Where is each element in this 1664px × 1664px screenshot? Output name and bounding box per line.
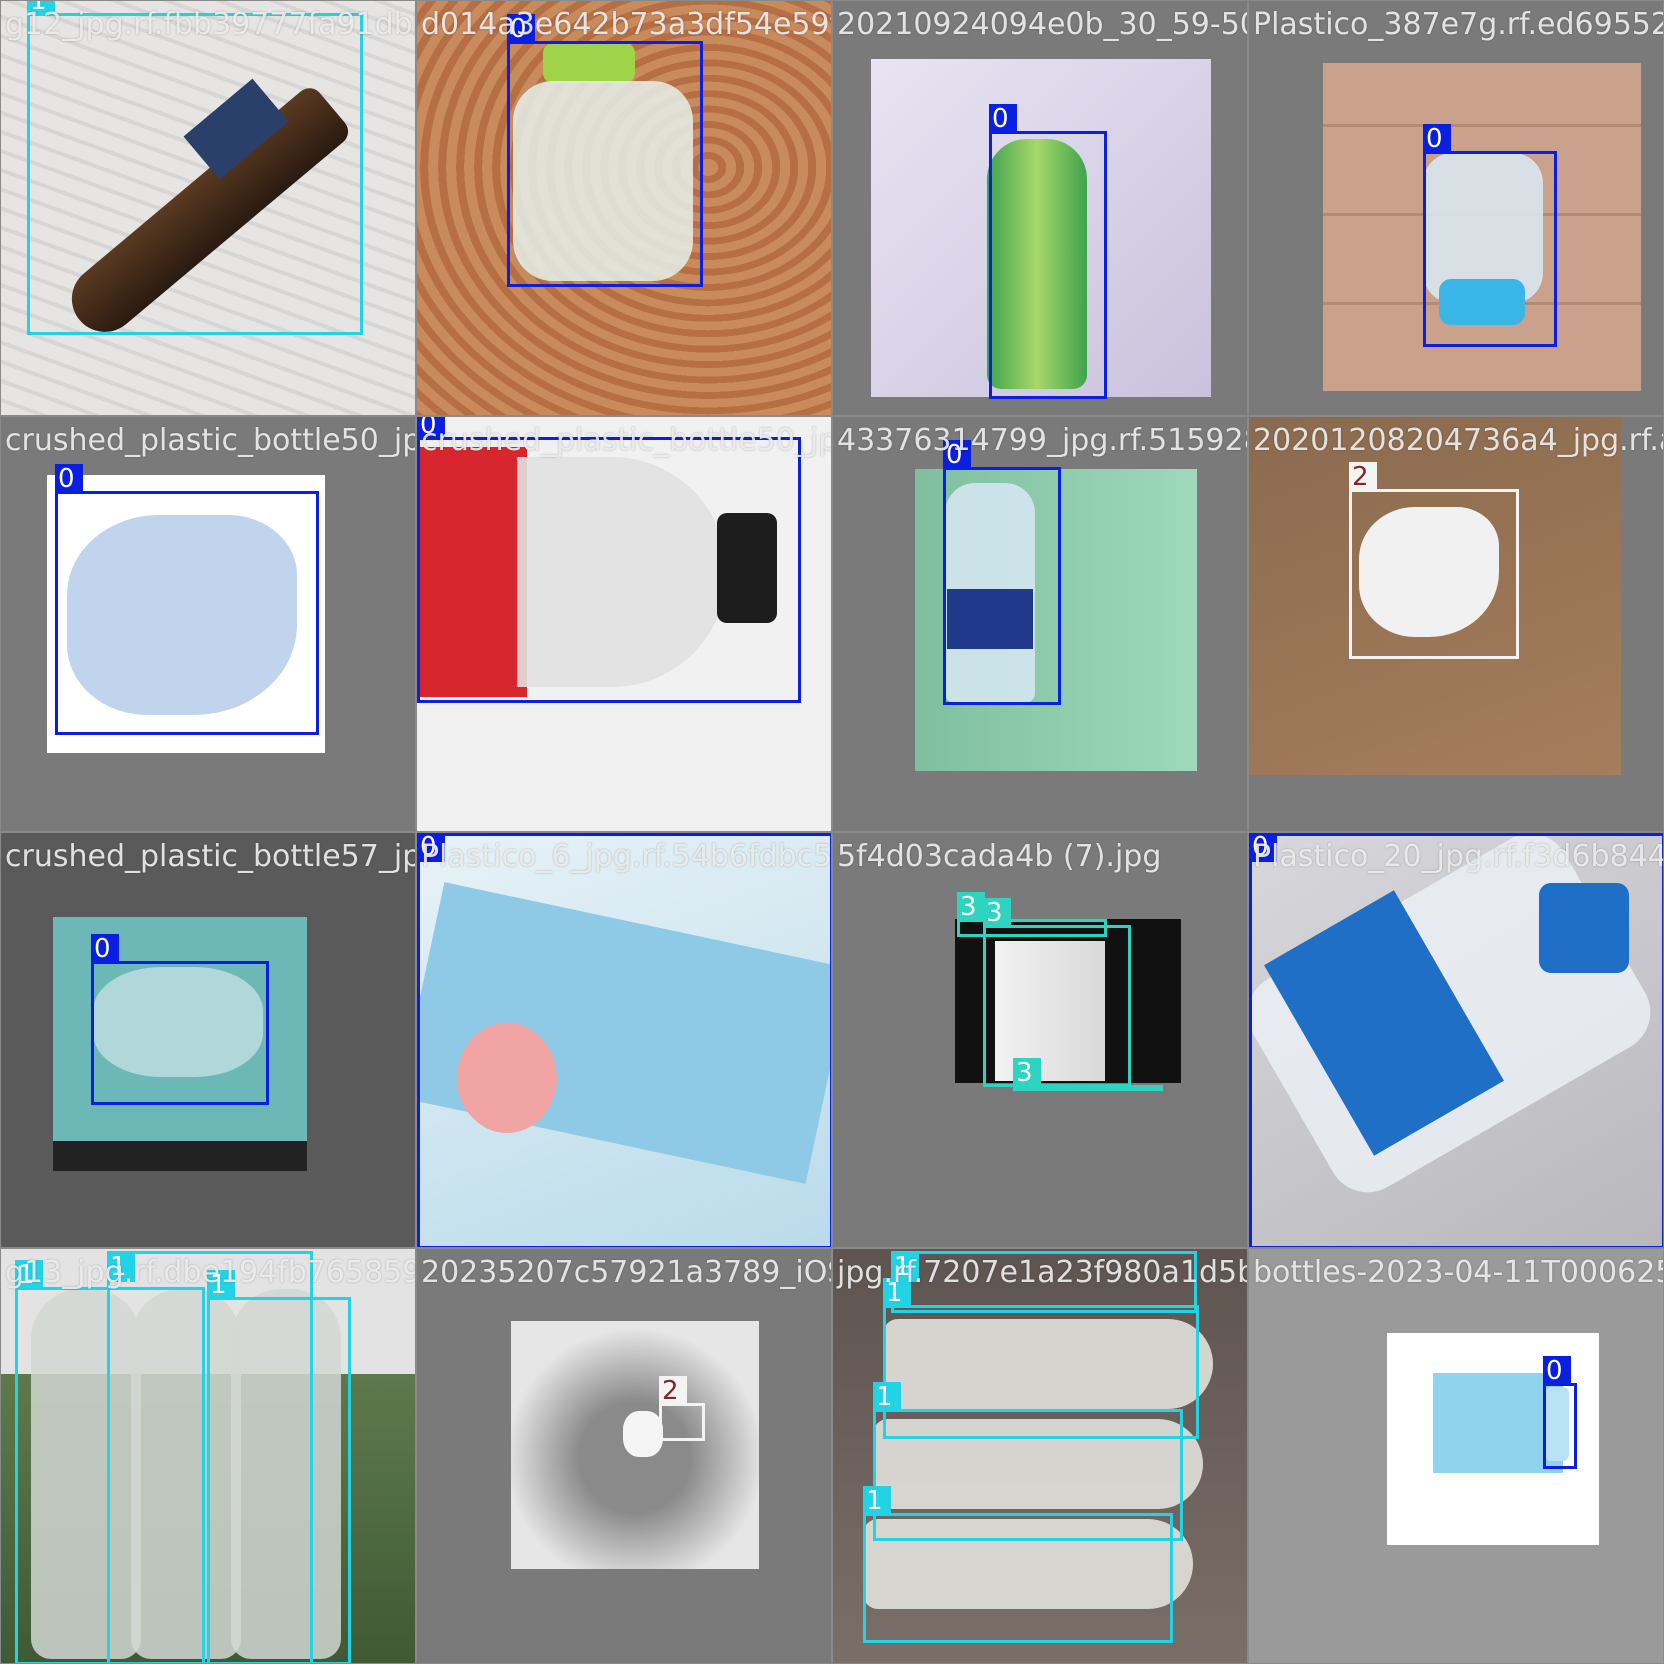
detection-box: 3 xyxy=(1013,1058,1163,1091)
detection-box: 1 xyxy=(27,1,363,335)
class-label: 0 xyxy=(507,14,535,44)
tile-stacked-bottles: 1 1 1 1 jpg.rf.7207e1a23f980a1d5b4d05923… xyxy=(832,1248,1248,1664)
image-filename: crushed_plastic_bottle50_jpg.rf.008e5ba xyxy=(5,423,415,458)
tile-bottle-on-wood: 0 d014a3e642b73a3df54e59f75920924094e0b_… xyxy=(416,0,832,416)
tile-crushed-teal: 0 crushed_plastic_bottle57_jpg.rf.844641… xyxy=(0,832,416,1248)
mosaic-grid: 1 g12_jpg.rf.fbb39777fa91dbbad014a3e642b… xyxy=(0,0,1664,1664)
class-label: 0 xyxy=(989,104,1017,134)
tile-glass-bottles: 1 1 1 g13_jpg.rf.dbe194fb7658590235207c5… xyxy=(0,1248,416,1664)
tile-red-label-bottle: 0 crushed_plastic_bottle50_jpg.rf.008e5b… xyxy=(416,416,832,832)
detection-box: 2 xyxy=(659,1376,705,1441)
class-label: 0 xyxy=(1249,833,1277,862)
image-filename: crushed_plastic_bottle57_jpg.rf.844641f6… xyxy=(5,839,416,874)
detection-box: 0 xyxy=(1423,124,1557,347)
image-filename: 43376314799_jpg.rf.51592830201208204736a… xyxy=(837,423,1248,458)
tile-brown-bottle: 1 g12_jpg.rf.fbb39777fa91dbbad014a3e642b… xyxy=(0,0,416,416)
detection-box: 0 xyxy=(55,464,319,735)
class-label: 1 xyxy=(873,1382,901,1412)
class-label: 2 xyxy=(659,1376,687,1406)
detection-box: 0 xyxy=(91,934,269,1105)
class-label: 2 xyxy=(1349,462,1377,492)
class-label: 1 xyxy=(15,1260,43,1290)
image-filename: 20210924094e0b_30_59-5074714_jpg.rf.387e… xyxy=(837,7,1247,42)
tile-carton: 3 3 3 5f4d03cada4b (7).jpg xyxy=(832,832,1248,1248)
tile-blue-cap-bottle: 0 Plastico_387e7g.rf.ed695529 xyxy=(1248,0,1664,416)
detection-box: 1 xyxy=(863,1486,1173,1643)
detection-box: 2 xyxy=(1349,462,1519,659)
tile-water-bottle: 0 43376314799_jpg.rf.5159283020120820473… xyxy=(832,416,1248,832)
detection-box: 1 xyxy=(207,1270,351,1663)
detection-box: 0 xyxy=(1249,833,1663,1247)
image-filename: Plastico_387e7g.rf.ed695529 xyxy=(1253,7,1664,42)
class-label: 0 xyxy=(1543,1356,1571,1386)
tile-crushed-bottle: 0 crushed_plastic_bottle50_jpg.rf.008e5b… xyxy=(0,416,416,832)
class-label: 1 xyxy=(883,1278,911,1308)
class-label: 0 xyxy=(1423,124,1451,154)
detection-box: 0 xyxy=(507,14,703,287)
tile-plastic-bag: 2 20235207c57921a3789_iOS_jpg.rf.7207e1a… xyxy=(416,1248,832,1664)
detection-box: 0 xyxy=(417,417,801,703)
paper-tissue xyxy=(623,1411,663,1457)
class-label: 0 xyxy=(417,833,445,862)
class-label: 1 xyxy=(107,1252,135,1282)
class-label: 3 xyxy=(983,898,1011,928)
detection-box: 0 xyxy=(943,440,1061,705)
image-filename: 5f4d03cada4b (7).jpg xyxy=(837,839,1162,874)
class-label: 1 xyxy=(863,1486,891,1516)
watermark-bar xyxy=(53,1141,307,1171)
tile-green-bottle: 0 20210924094e0b_30_59-5074714_jpg.rf.38… xyxy=(832,0,1248,416)
class-label: 1 xyxy=(27,1,55,16)
image-filename: bottles-2023-04-11T000625 xyxy=(1253,1255,1664,1290)
class-label: 0 xyxy=(417,417,445,440)
class-label: 1 xyxy=(207,1270,235,1300)
photo-bag xyxy=(511,1321,759,1569)
detection-box: 0 xyxy=(1543,1356,1577,1469)
class-label: 0 xyxy=(943,440,971,470)
detection-box: 3 xyxy=(983,898,1131,1087)
detection-box: 0 xyxy=(989,104,1107,399)
class-label: 0 xyxy=(55,464,83,494)
tile-blue-bottle-closeup: 0 Plastico_20_jpg.rf.f3d6b844 xyxy=(1248,832,1664,1248)
class-label: 3 xyxy=(957,892,985,922)
tile-tissue: 2 20201208204736a4_jpg.rf.aa2 xyxy=(1248,416,1664,832)
class-label: 3 xyxy=(1013,1058,1041,1088)
detection-box: 1 xyxy=(891,1251,1197,1313)
detection-box: 0 xyxy=(417,833,831,1247)
image-filename: 20235207c57921a3789_iOS_jpg.rf.7207e1a23… xyxy=(421,1255,831,1290)
tile-product-package: 0 bottles-2023-04-11T000625 xyxy=(1248,1248,1664,1664)
class-label: 0 xyxy=(91,934,119,964)
tile-bezoya-bottle: 0 Plastico_6_jpg.rf.54b6fdbc5f4d03cada4b xyxy=(416,832,832,1248)
